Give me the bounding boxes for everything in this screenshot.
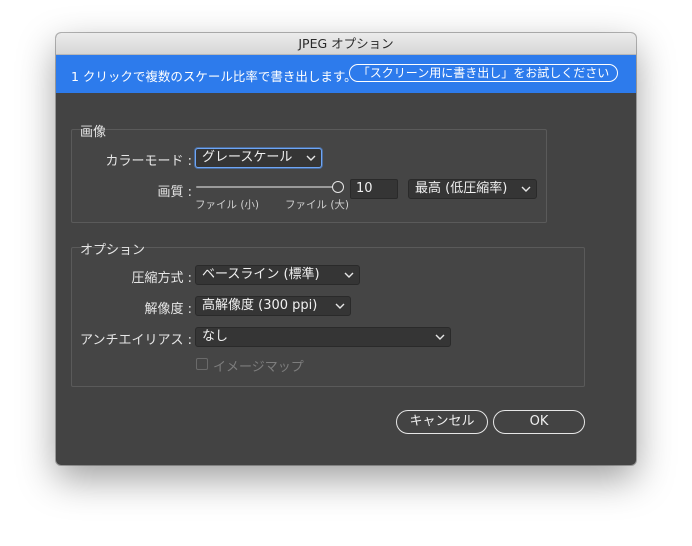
compression-value: ベースライン (標準): [202, 267, 320, 282]
chevron-down-icon: [306, 155, 316, 161]
dialog-title: JPEG オプション: [56, 33, 636, 55]
compression-label: 圧縮方式 :: [131, 271, 192, 286]
quality-value-input[interactable]: 10: [350, 179, 398, 199]
ok-button[interactable]: OK: [493, 410, 585, 434]
quality-slider-thumb[interactable]: [332, 181, 344, 193]
imagemap-label: イメージマップ: [213, 360, 304, 375]
try-export-for-screens-button[interactable]: 「スクリーン用に書き出し」をお試しください: [349, 64, 618, 82]
quality-min-label: ファイル (小): [195, 199, 260, 211]
antialias-label: アンチエイリアス :: [80, 333, 192, 348]
chevron-down-icon: [435, 334, 445, 340]
quality-preset-dropdown[interactable]: 最高 (低圧縮率): [408, 179, 537, 199]
quality-max-label: ファイル (大): [285, 199, 350, 211]
options-group-title: オプション: [80, 243, 146, 258]
export-tip-banner: 1 クリックで複数のスケール比率で書き出します。 「スクリーン用に書き出し」をお…: [56, 55, 636, 93]
color-mode-label: カラーモード :: [105, 154, 192, 169]
compression-dropdown[interactable]: ベースライン (標準): [195, 265, 360, 285]
antialias-value: なし: [202, 329, 229, 344]
quality-slider-track[interactable]: [196, 186, 336, 188]
jpeg-options-dialog: JPEG オプション 1 クリックで複数のスケール比率で書き出します。 「スクリ…: [56, 33, 636, 465]
resolution-label: 解像度 :: [144, 302, 192, 317]
quality-preset-value: 最高 (低圧縮率): [415, 181, 508, 196]
resolution-dropdown[interactable]: 高解像度 (300 ppi): [195, 296, 351, 316]
image-group-title: 画像: [80, 125, 107, 140]
resolution-value: 高解像度 (300 ppi): [202, 298, 318, 313]
color-mode-dropdown[interactable]: グレースケール: [195, 148, 322, 168]
cancel-button[interactable]: キャンセル: [396, 410, 488, 434]
imagemap-checkbox[interactable]: [196, 358, 208, 370]
chevron-down-icon: [335, 303, 345, 309]
banner-text: 1 クリックで複数のスケール比率で書き出します。: [71, 69, 357, 84]
chevron-down-icon: [344, 272, 354, 278]
color-mode-value: グレースケール: [202, 150, 293, 165]
antialias-dropdown[interactable]: なし: [195, 327, 451, 347]
chevron-down-icon: [521, 186, 531, 192]
quality-label: 画質 :: [157, 185, 192, 200]
